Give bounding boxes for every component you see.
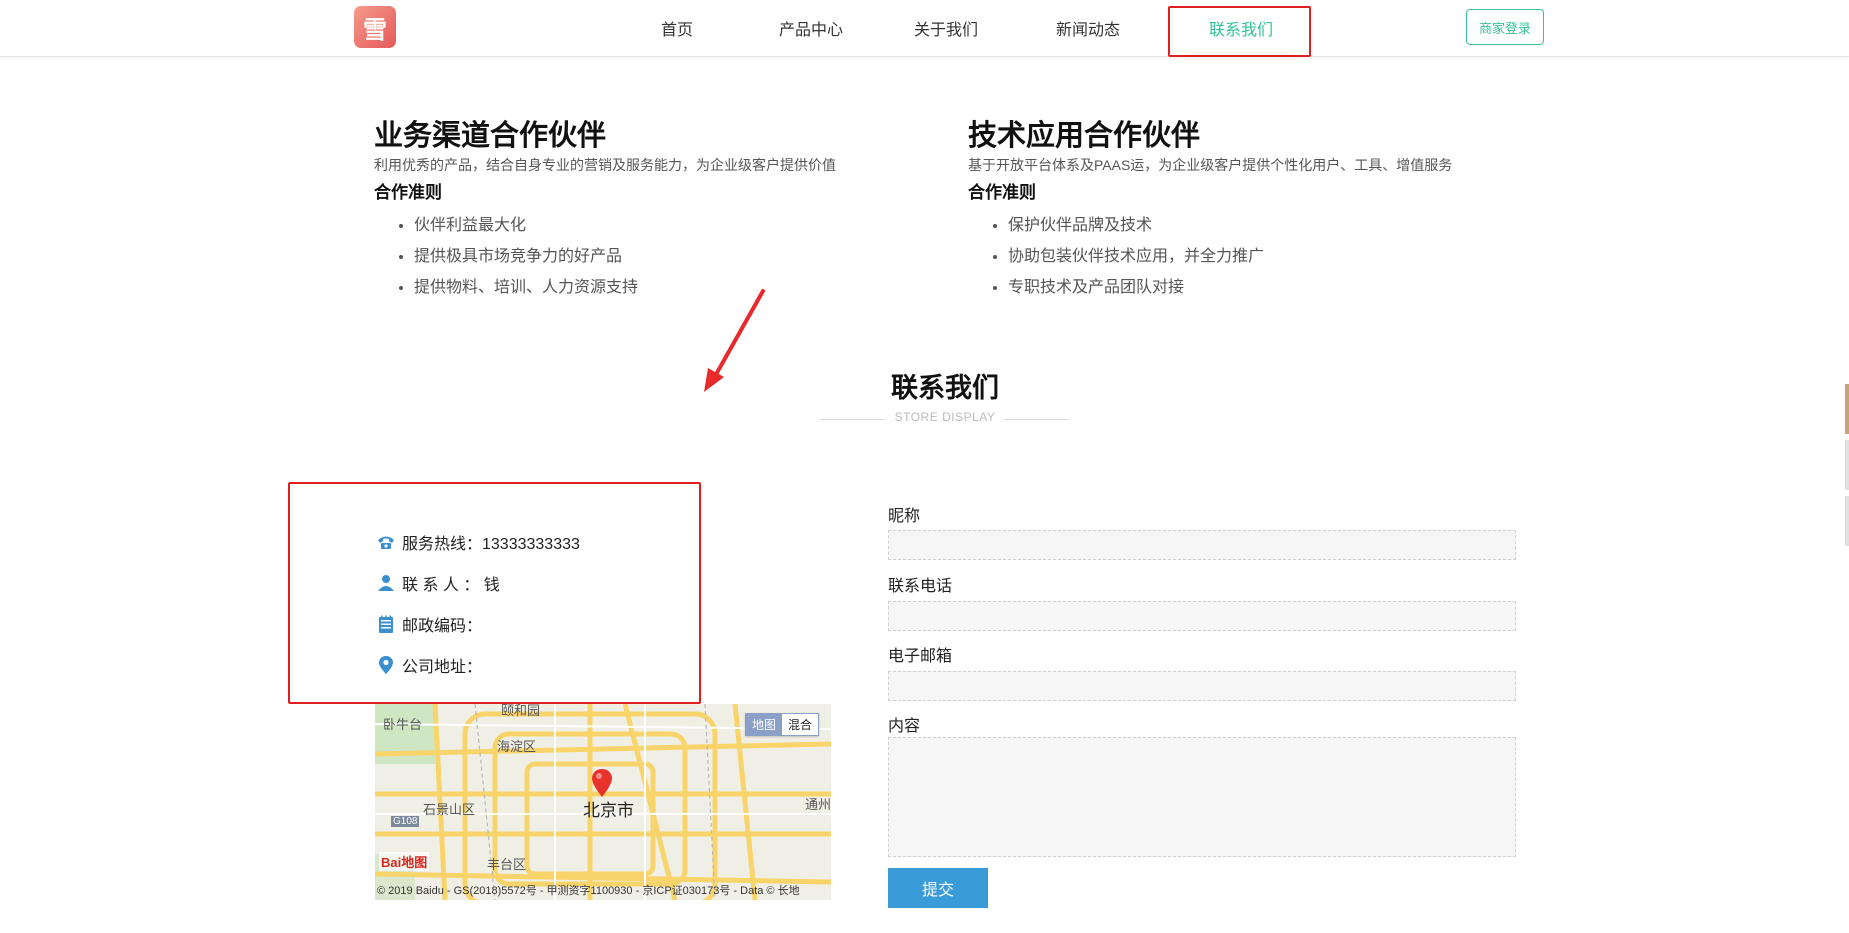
email-label: 电子邮箱: [888, 648, 953, 665]
partner-rules-title: 合作准则: [968, 183, 1036, 202]
nav-item-about[interactable]: 关于我们: [910, 16, 982, 40]
partner-description: 利用优秀的产品，结合自身专业的营销及服务能力，为企业级客户提供价值: [374, 157, 836, 173]
nickname-label: 昵称: [888, 508, 921, 525]
map-label: 颐和园: [501, 704, 541, 718]
map-city-label: 北京市: [583, 801, 634, 820]
divider-right: [1004, 419, 1069, 420]
nickname-input[interactable]: [888, 530, 1516, 560]
content-textarea[interactable]: [888, 737, 1516, 857]
side-tab[interactable]: [1845, 384, 1849, 434]
partner-title: 技术应用合作伙伴: [968, 120, 1201, 152]
map-label: 丰台区: [487, 857, 527, 872]
hotline-text: 服务热线：13333333333: [402, 536, 580, 553]
map-toggle-hybrid[interactable]: 混合: [782, 714, 818, 735]
contact-address: 公司地址：: [376, 653, 482, 677]
contact-hotline: 服务热线：13333333333: [376, 530, 580, 554]
content-label: 内容: [888, 718, 921, 735]
person-text: 联 系 人 ： 钱: [402, 577, 500, 594]
partner-title: 业务渠道合作伙伴: [374, 120, 607, 152]
map-toggle-map[interactable]: 地图: [745, 714, 782, 735]
baidu-map-logo: Bai地图: [379, 852, 430, 871]
user-icon: [378, 575, 394, 591]
list-item: 专职技术及产品团队对接: [1008, 272, 1452, 303]
partner-business-channel: 业务渠道合作伙伴 利用优秀的产品，结合自身专业的营销及服务能力，为企业级客户提供…: [374, 118, 836, 303]
nav-item-news[interactable]: 新闻动态: [1052, 16, 1124, 40]
top-navbar: 雪 首页 产品中心 关于我们 新闻动态 联系我们 商家登录: [0, 0, 1849, 57]
logo-glyph: 雪: [363, 16, 387, 44]
partner-rules-title: 合作准则: [374, 183, 442, 202]
nav-item-home[interactable]: 首页: [641, 16, 713, 40]
email-input[interactable]: [888, 671, 1516, 701]
list-item: 提供物料、培训、人力资源支持: [414, 272, 836, 303]
map-label: 通州: [805, 797, 831, 812]
map-type-toggle[interactable]: 地图 混合: [744, 713, 819, 736]
map-label: 石景山区: [423, 802, 476, 817]
list-item: 协助包装伙伴技术应用，并全力推广: [1008, 241, 1452, 272]
submit-button[interactable]: 提交: [888, 868, 988, 908]
annotation-highlight-nav: [1168, 6, 1311, 57]
phone-icon: [378, 536, 394, 549]
section-title: 联系我们: [891, 373, 999, 403]
notepad-icon: [379, 615, 393, 633]
partner-tech-application: 技术应用合作伙伴 基于开放平台体系及PAAS运，为企业级客户提供个性化用户、工具…: [968, 118, 1452, 303]
list-item: 提供极具市场竞争力的好产品: [414, 241, 836, 272]
map-label: 海淀区: [497, 739, 537, 754]
map-label: 卧牛台: [383, 717, 423, 732]
merchant-login-button[interactable]: 商家登录: [1466, 9, 1544, 45]
list-item: 伙伴利益最大化: [414, 210, 836, 241]
phone-label: 联系电话: [888, 578, 953, 595]
location-pin-icon: [379, 656, 393, 674]
side-tab[interactable]: [1845, 440, 1849, 490]
map-label: G108: [391, 816, 420, 827]
baidu-map[interactable]: 卧牛台 颐和园 海淀区 石景山区 丰台区 通州 G108 北京市 地图 混合 B…: [375, 704, 831, 900]
partner-description: 基于开放平台体系及PAAS运，为企业级客户提供个性化用户、工具、增值服务: [968, 157, 1453, 173]
nav-item-products[interactable]: 产品中心: [766, 16, 856, 40]
contact-postcode: 邮政编码：: [376, 612, 482, 636]
phone-input[interactable]: [888, 601, 1516, 631]
map-copyright: © 2019 Baidu - GS(2018)5572号 - 甲测资字11009…: [377, 885, 800, 897]
address-text: 公司地址：: [402, 659, 483, 676]
postcode-text: 邮政编码：: [402, 618, 483, 635]
section-subtitle: STORE DISPLAY: [894, 410, 996, 424]
site-logo[interactable]: 雪: [354, 6, 396, 48]
partner-rules-list: 保护伙伴品牌及技术 协助包装伙伴技术应用，并全力推广 专职技术及产品团队对接: [968, 210, 1452, 303]
list-item: 保护伙伴品牌及技术: [1008, 210, 1452, 241]
side-tab[interactable]: [1845, 496, 1849, 546]
contact-person: 联 系 人 ： 钱: [376, 571, 500, 595]
map-marker-icon[interactable]: [591, 768, 613, 798]
